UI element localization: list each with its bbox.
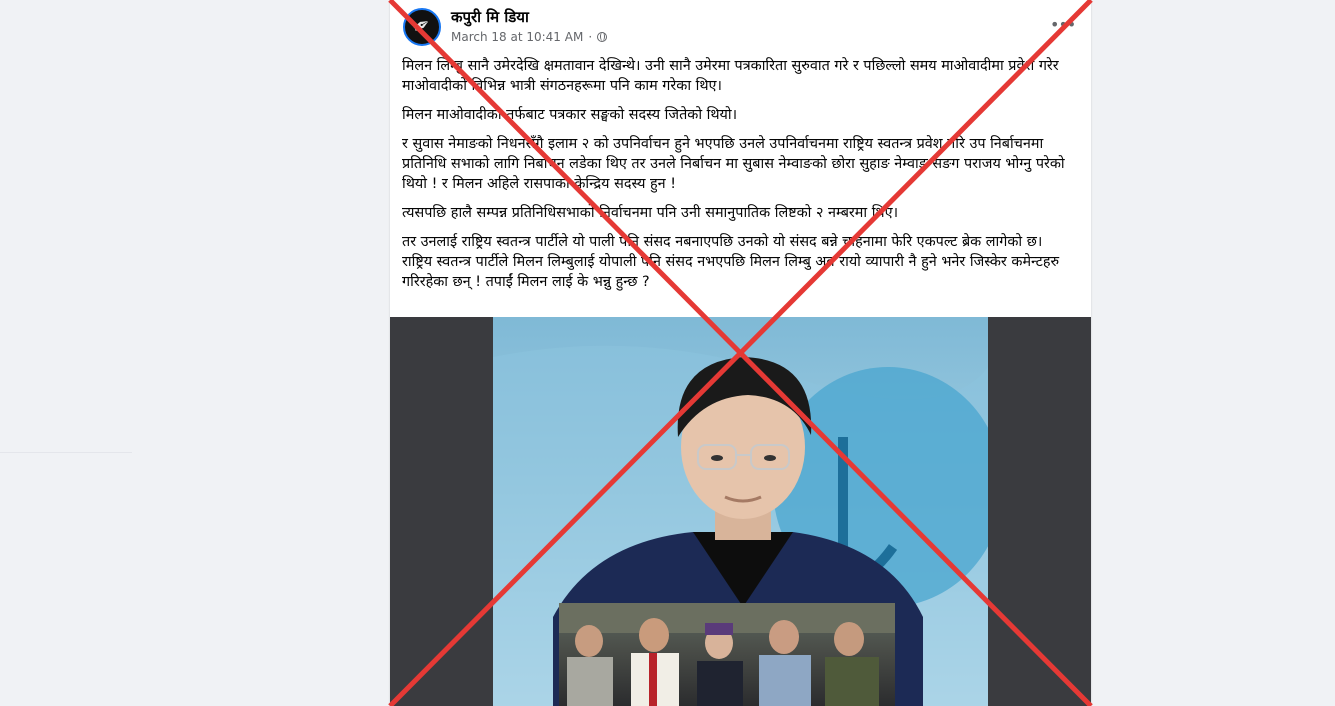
post-paragraph: मिलन माओवादीको तर्फबाट पत्रकार सङ्घको सद… (402, 107, 738, 123)
globe-icon[interactable] (597, 32, 608, 42)
post-meta: March 18 at 10:41 AM · (451, 30, 608, 44)
post-photo-area[interactable] (390, 317, 1091, 706)
more-options-icon[interactable]: ••• (1050, 14, 1076, 38)
page-name-link[interactable]: कपुरी मि डिया (451, 7, 529, 27)
meta-separator: · (588, 30, 593, 44)
post-body-text: मिलन लिम्बु सानै उमेरदेखि क्षमतावान देखि… (402, 56, 1082, 292)
post-paragraph: मिलन लिम्बु सानै उमेरदेखि क्षमतावान देखि… (402, 58, 1059, 94)
page-avatar[interactable]: ✒ (403, 8, 441, 46)
facebook-post-card: ✒ कपुरी मि डिया March 18 at 10:41 AM · •… (390, 0, 1091, 706)
inset-group-photo (559, 603, 895, 706)
post-header: ✒ कपुरी मि डिया March 18 at 10:41 AM · •… (390, 0, 1091, 52)
left-column-divider (0, 452, 132, 453)
avatar-logo-icon: ✒ (407, 11, 436, 43)
post-paragraph: त्यसपछि हालै सम्पन्न प्रतिनिधिसभाको निर्… (402, 205, 899, 221)
post-paragraph: राष्ट्रिय स्वतन्त्र पार्टीले मिलन लिम्बु… (402, 254, 1060, 290)
post-timestamp[interactable]: March 18 at 10:41 AM (451, 30, 583, 44)
post-paragraph: र सुवास नेमाङको निधनसँगै इलाम २ को उपनिर… (402, 136, 1065, 192)
post-paragraph: तर उनलाई राष्ट्रिय स्वतन्त्र पार्टीले यो… (402, 234, 1043, 250)
post-photo[interactable] (493, 317, 988, 706)
